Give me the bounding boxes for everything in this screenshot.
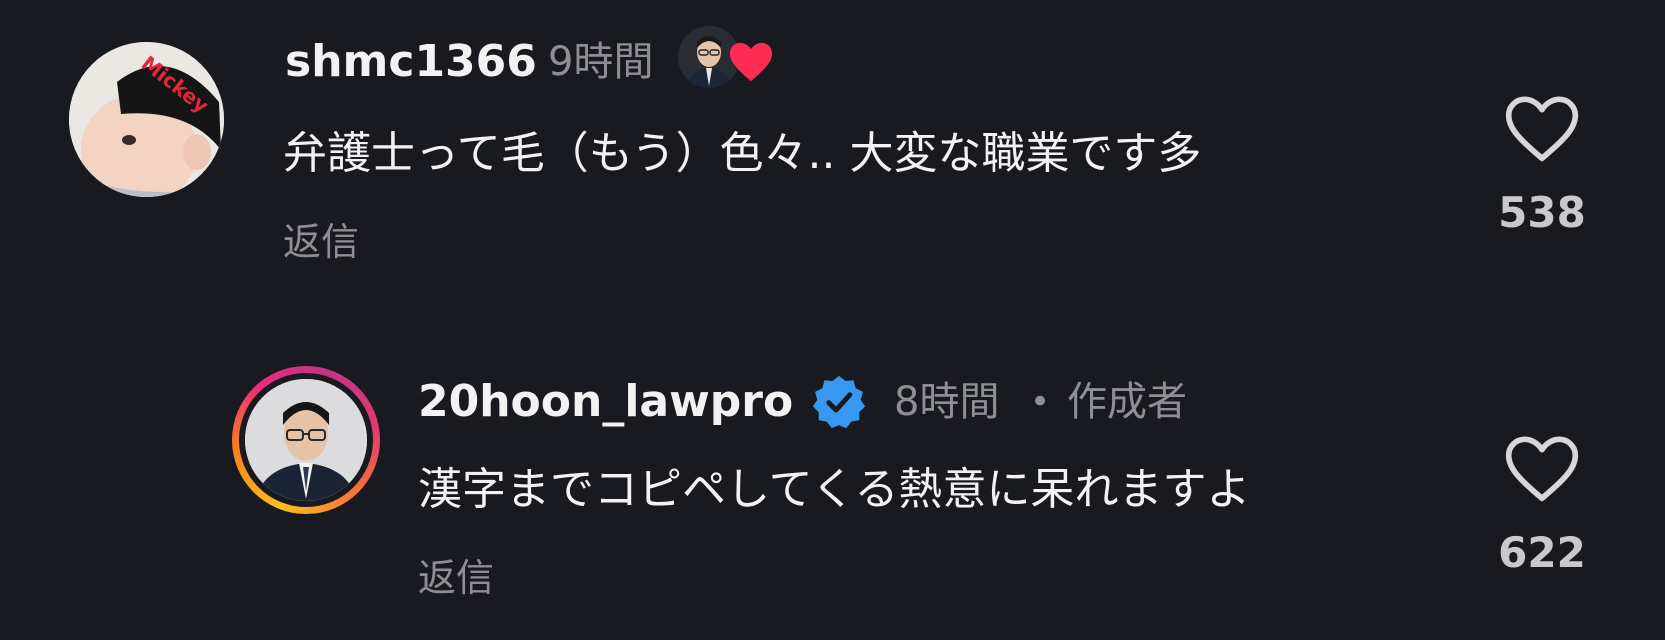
comment-timestamp: 9時間 [548,39,654,85]
comment-username[interactable]: shmc1366 [285,36,537,88]
like-heart-icon[interactable] [1502,90,1582,170]
like-heart-icon[interactable] [1502,430,1582,510]
lawyer-avatar-image [245,379,367,501]
commenter-avatar[interactable]: Mickey [69,42,224,197]
author-avatar[interactable] [232,366,380,514]
author-timestamp: 8時間 [894,379,1000,425]
author-username[interactable]: 20hoon_lawpro [418,376,793,428]
reply-button[interactable]: 返信 [418,554,494,602]
like-count: 622 [1498,528,1586,577]
author-label: 作成者 [1067,379,1187,425]
comment-text: 弁護士って毛（もう）色々.. 大変な職業です多 [283,128,1202,179]
reply-button[interactable]: 返信 [283,218,359,266]
like-count: 538 [1498,188,1586,237]
verified-badge-icon [810,373,868,431]
author-comment-text: 漢字までコピペしてくる熱意に呆れますよ [418,464,1251,515]
creator-like-heart-icon [728,40,774,84]
separator-dot: • [1030,382,1051,422]
baby-avatar-image: Mickey [69,42,224,197]
